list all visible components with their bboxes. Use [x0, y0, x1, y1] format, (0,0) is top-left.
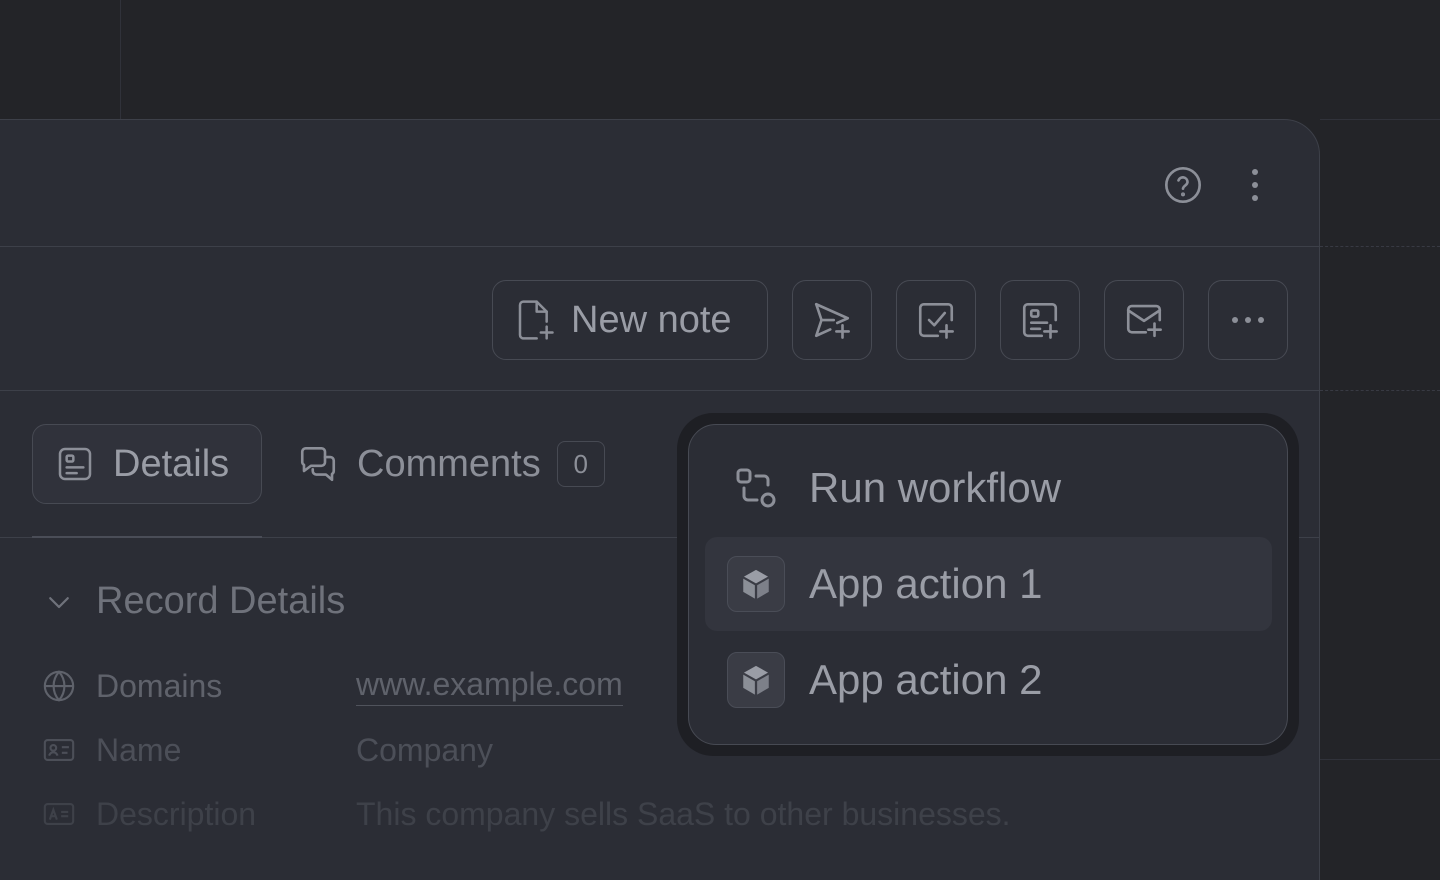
more-vertical-icon [1252, 169, 1258, 201]
workflow-icon [727, 459, 785, 517]
mail-plus-icon [1126, 304, 1162, 338]
active-tab-indicator [32, 536, 262, 538]
new-note-button[interactable]: New note [492, 280, 768, 360]
cube-icon-box [727, 651, 785, 709]
section-title: Record Details [96, 580, 346, 622]
more-options-button[interactable] [1239, 164, 1271, 206]
grid-line-vertical [120, 0, 121, 120]
help-circle-icon [1165, 167, 1201, 203]
comments-icon [300, 446, 336, 482]
menu-item-label: App action 1 [809, 560, 1043, 607]
menu-item-label: App action 2 [809, 656, 1043, 703]
cube-icon [727, 556, 785, 612]
menu-item-label: Run workflow [809, 464, 1062, 511]
menu-item-app-action-1[interactable]: App action 1 [705, 537, 1272, 631]
action-toolbar: New note [0, 248, 1319, 391]
help-button[interactable] [1162, 164, 1204, 206]
tab-details-label: Details [113, 442, 230, 485]
note-plus-icon [518, 300, 554, 340]
id-card-icon [42, 733, 76, 767]
globe-icon [42, 669, 76, 703]
tab-details[interactable]: Details [32, 424, 262, 504]
tab-comments-label: Comments [357, 442, 541, 485]
grid-line-dashed-2 [1320, 390, 1440, 391]
grid-line-dashed-1 [1320, 246, 1440, 247]
add-email-button[interactable] [1104, 280, 1184, 360]
cube-icon [727, 652, 785, 708]
field-value[interactable]: This company sells SaaS to other busines… [356, 796, 1011, 833]
task-plus-icon [918, 302, 954, 339]
panel-header [0, 120, 1319, 247]
add-form-button[interactable] [1000, 280, 1080, 360]
comments-count-badge: 0 [556, 441, 605, 487]
chevron-down-icon [49, 596, 69, 608]
field-key: Name [96, 731, 182, 768]
new-note-label: New note [571, 298, 732, 341]
menu-item-app-action-2[interactable]: App action 2 [705, 633, 1272, 727]
cube-icon-box [727, 555, 785, 613]
field-row-description: Description This company sells SaaS to o… [42, 794, 1011, 834]
text-box-icon [42, 797, 76, 831]
grid-line-bottom [1320, 759, 1440, 760]
send-plus-icon [814, 302, 850, 339]
more-horizontal-icon [1232, 317, 1264, 323]
grid-line-top [1320, 119, 1440, 120]
form-plus-icon [1022, 302, 1058, 339]
menu-item-run-workflow[interactable]: Run workflow [705, 441, 1272, 535]
details-card-icon [58, 447, 92, 481]
record-details-toggle[interactable]: Record Details [44, 580, 345, 623]
more-actions-dropdown: Run workflow App action 1 App action 2 [688, 424, 1288, 745]
add-task-button[interactable] [896, 280, 976, 360]
field-row-domains: Domains www.example.com [42, 666, 623, 706]
more-actions-button[interactable] [1208, 280, 1288, 360]
tab-comments[interactable]: Comments 0 [297, 424, 605, 504]
field-row-name: Name Company [42, 730, 493, 770]
field-key: Domains [96, 667, 223, 704]
send-button[interactable] [792, 280, 872, 360]
field-key: Description [96, 795, 257, 832]
field-value[interactable]: Company [356, 732, 493, 769]
domain-link[interactable]: www.example.com [356, 666, 623, 706]
